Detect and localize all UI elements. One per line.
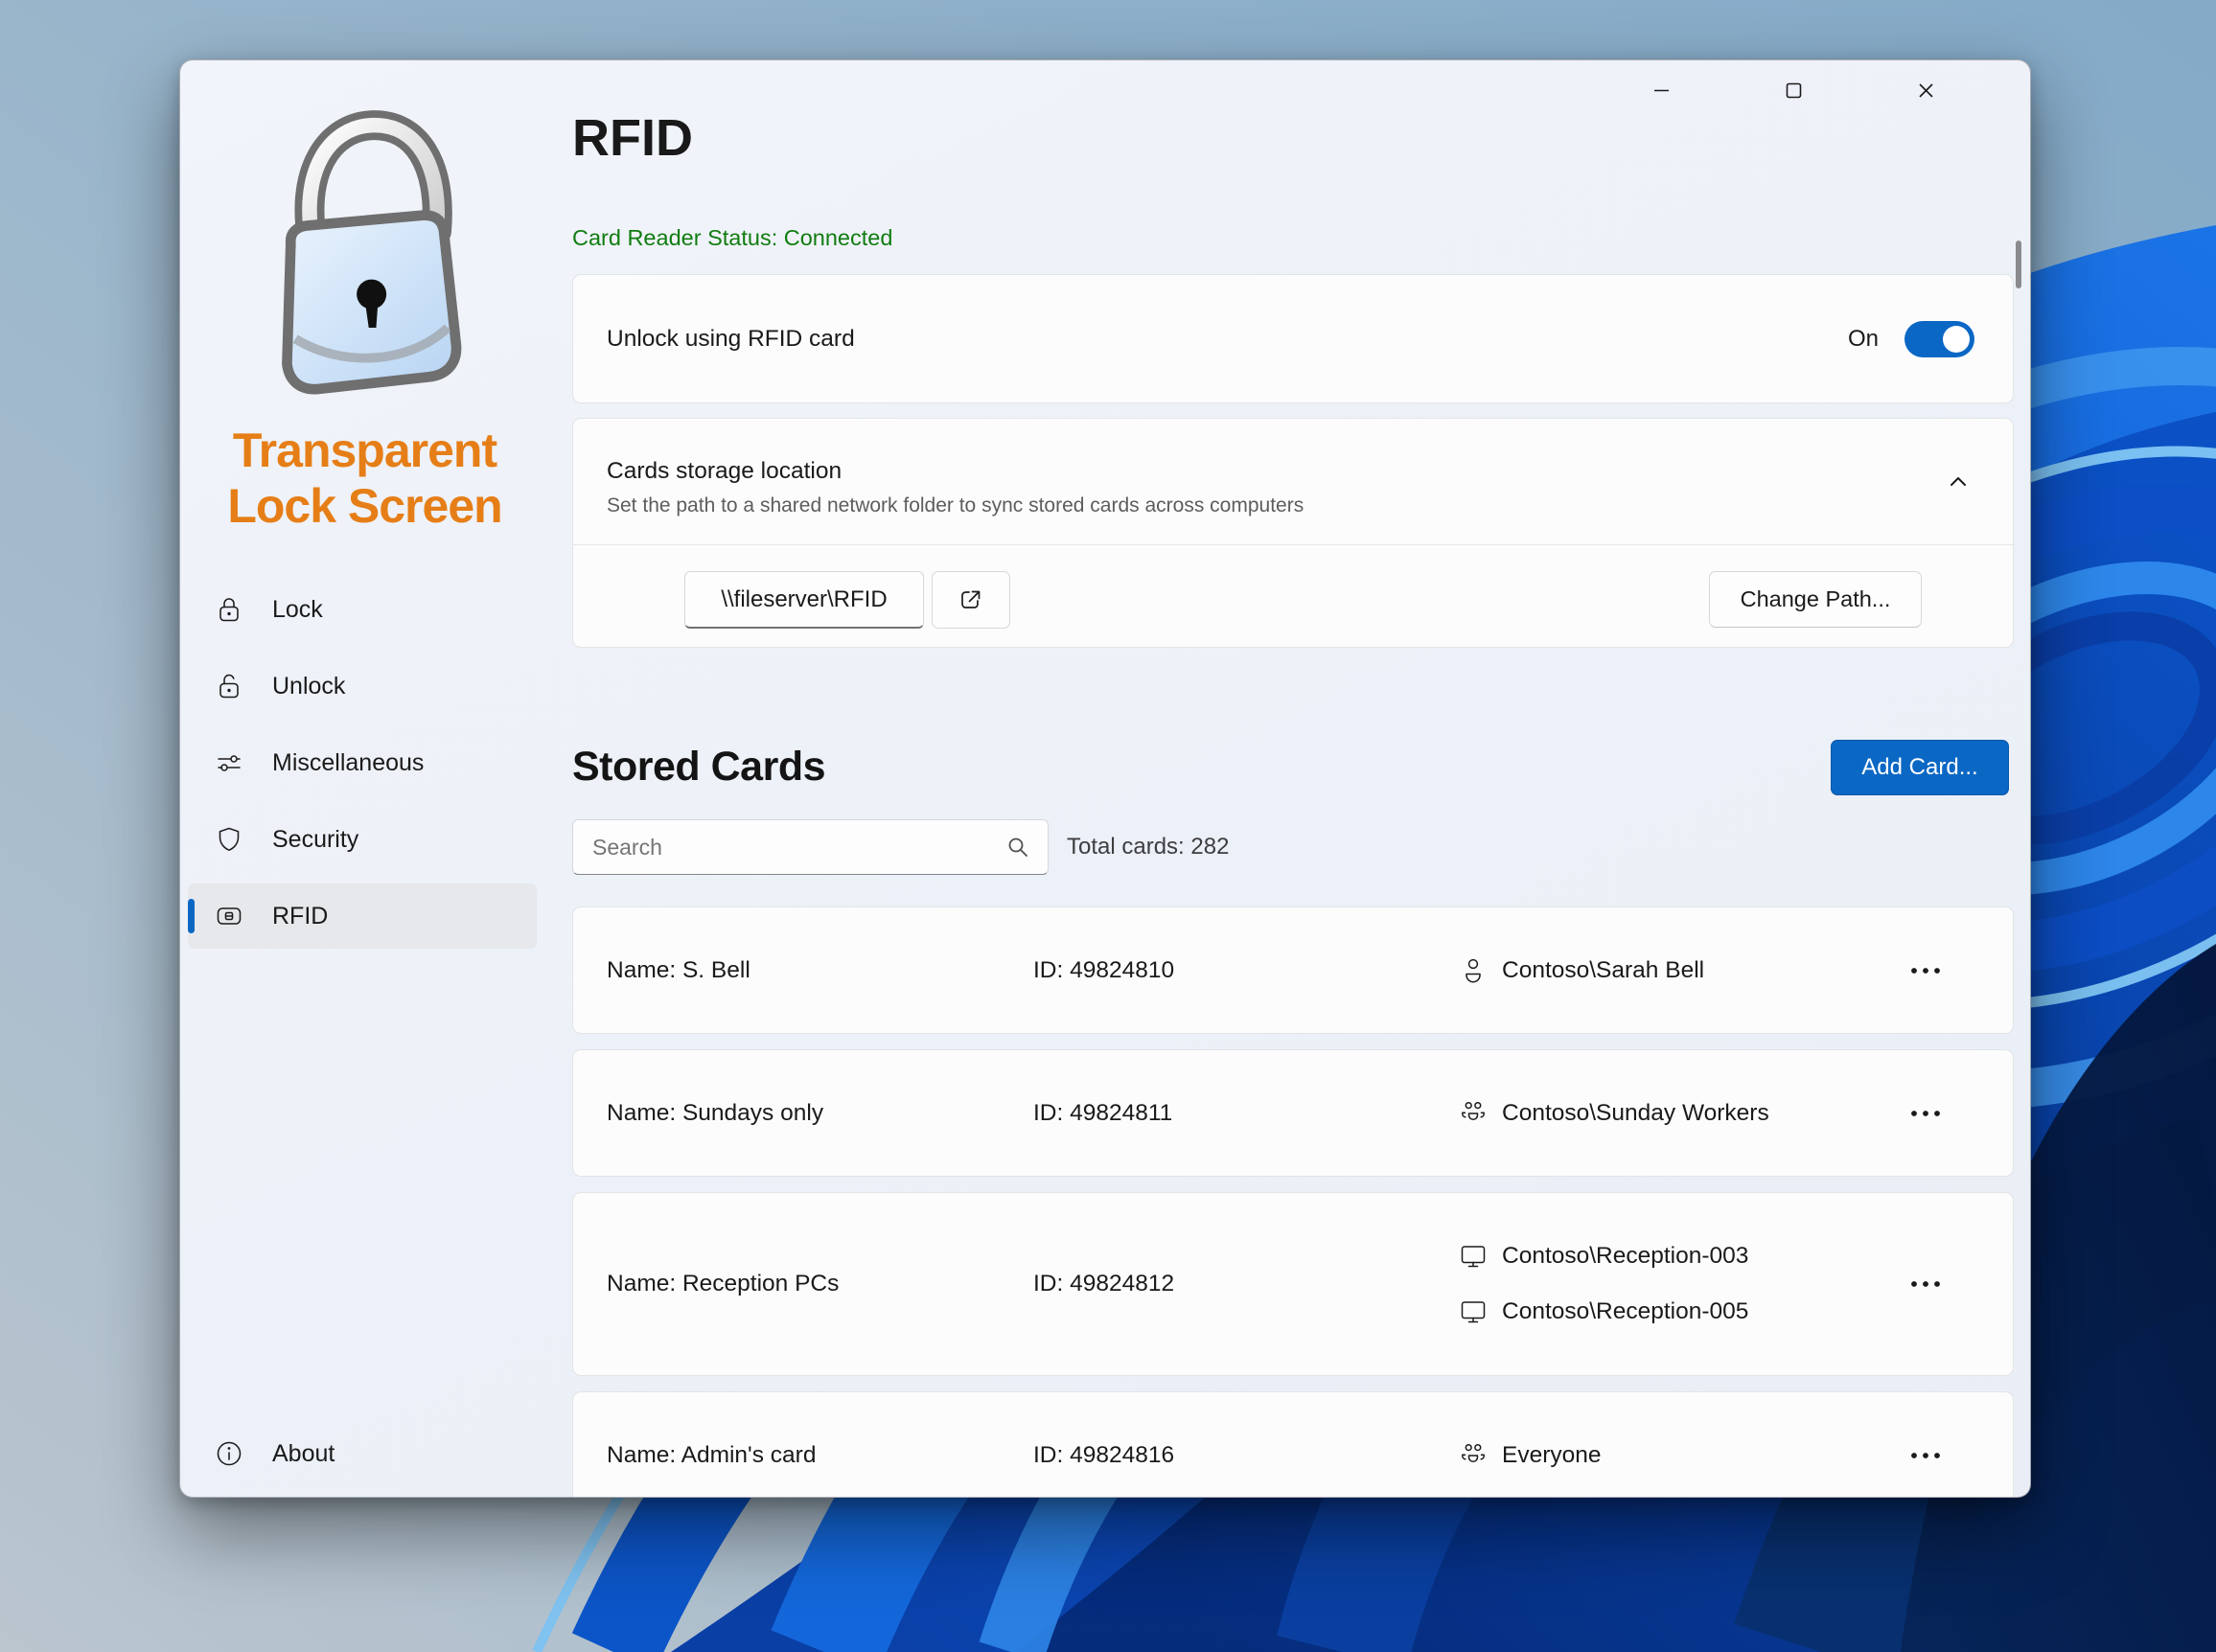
card-name: Name: Admin's card	[607, 1442, 1033, 1469]
storage-path-input[interactable]	[684, 571, 924, 629]
sidebar-item-unlock[interactable]: Unlock	[188, 654, 537, 719]
page-title: RFID	[572, 108, 693, 168]
sidebar-item-miscellaneous[interactable]: Miscellaneous	[188, 730, 537, 795]
card-row: Name: S. BellID: 49824810 Contoso\Sarah B…	[572, 906, 2014, 1034]
search-icon	[1004, 834, 1031, 860]
card-more-options-button[interactable]	[1897, 1092, 1954, 1135]
app-logo-title: Transparent Lock Screen	[180, 423, 549, 534]
main-content: RFID Card Reader Status: Connected Unloc…	[549, 60, 2030, 1497]
assignment-label: Everyone	[1502, 1442, 1602, 1469]
storage-divider	[573, 544, 2013, 545]
lock-icon	[214, 594, 244, 625]
vertical-scrollbar[interactable]	[2016, 241, 2021, 288]
total-cards-label: Total cards: 282	[1067, 834, 1229, 860]
logo-title-line1: Transparent	[180, 423, 549, 478]
change-path-button[interactable]: Change Path...	[1709, 571, 1922, 628]
assignment-label: Contoso\Reception-005	[1502, 1298, 1748, 1325]
unlock-setting-card: Unlock using RFID card On	[572, 274, 2014, 403]
stored-cards-list: Name: S. BellID: 49824810 Contoso\Sarah B…	[572, 906, 2014, 1498]
monitor-icon	[1457, 1240, 1489, 1273]
assignment-line: Contoso\Sarah Bell	[1457, 954, 1838, 987]
card-row: Name: Reception PCsID: 49824812Contoso\R…	[572, 1192, 2014, 1376]
sidebar-item-label: About	[272, 1440, 335, 1468]
sidebar: Transparent Lock Screen Lock Unlock Miscel…	[180, 60, 549, 1497]
card-id: ID: 49824812	[1033, 1271, 1457, 1297]
open-external-icon	[957, 585, 985, 614]
ellipsis-icon	[1907, 1451, 1944, 1460]
storage-title: Cards storage location	[607, 458, 842, 485]
sidebar-item-label: Miscellaneous	[272, 749, 424, 777]
card-name: Name: Sundays only	[607, 1100, 1033, 1127]
card-assignments: Contoso\Reception-003 Contoso\Reception-0…	[1457, 1240, 1838, 1328]
assignment-line: Contoso\Reception-005	[1457, 1296, 1838, 1328]
rfid-card-icon	[214, 901, 244, 931]
sidebar-item-rfid[interactable]: RFID	[188, 883, 537, 949]
card-row: Name: Sundays onlyID: 49824811 Contoso\Su…	[572, 1049, 2014, 1177]
assignment-line: Contoso\Reception-003	[1457, 1240, 1838, 1273]
ellipsis-icon	[1907, 1279, 1944, 1289]
card-name: Name: S. Bell	[607, 957, 1033, 984]
assignment-line: Contoso\Sunday Workers	[1457, 1097, 1838, 1130]
search-input[interactable]	[572, 819, 1049, 875]
ellipsis-icon	[1907, 966, 1944, 975]
storage-subtitle: Set the path to a shared network folder …	[607, 494, 1304, 517]
sidebar-item-label: RFID	[272, 903, 328, 930]
collapse-section-button[interactable]	[1944, 469, 1973, 497]
card-name: Name: Reception PCs	[607, 1271, 1033, 1297]
app-window: Transparent Lock Screen Lock Unlock Miscel…	[179, 59, 2031, 1498]
sidebar-item-lock[interactable]: Lock	[188, 577, 537, 642]
sidebar-item-about[interactable]: About	[188, 1421, 537, 1486]
chevron-up-icon	[1946, 470, 1971, 494]
assignment-label: Contoso\Sarah Bell	[1502, 957, 1704, 984]
card-reader-status: Card Reader Status: Connected	[572, 225, 892, 251]
stored-cards-title: Stored Cards	[572, 744, 825, 791]
monitor-icon	[1457, 1296, 1489, 1328]
card-assignments: Everyone	[1457, 1439, 1838, 1472]
assignment-line: Everyone	[1457, 1439, 1838, 1472]
toggle-state-label: On	[1848, 326, 1879, 353]
logo-title-line2: Lock Screen	[180, 478, 549, 534]
card-id: ID: 49824816	[1033, 1442, 1457, 1469]
card-more-options-button[interactable]	[1897, 950, 1954, 992]
people-icon	[1457, 1439, 1489, 1472]
card-row: Name: Admin's cardID: 49824816 Everyone	[572, 1391, 2014, 1498]
sidebar-item-label: Unlock	[272, 673, 345, 700]
card-id: ID: 49824810	[1033, 957, 1457, 984]
shield-icon	[214, 824, 244, 855]
ellipsis-icon	[1907, 1109, 1944, 1118]
toggle-knob	[1943, 326, 1970, 353]
info-icon	[214, 1438, 244, 1469]
card-assignments: Contoso\Sunday Workers	[1457, 1097, 1838, 1130]
sliders-icon	[214, 747, 244, 778]
add-card-button[interactable]: Add Card...	[1831, 740, 2009, 795]
storage-card-header[interactable]: Cards storage location Set the path to a…	[573, 419, 2013, 544]
people-icon	[1457, 1097, 1489, 1130]
sidebar-about: About	[188, 1421, 537, 1486]
card-id: ID: 49824811	[1033, 1100, 1457, 1127]
assignment-label: Contoso\Reception-003	[1502, 1243, 1748, 1270]
assignment-label: Contoso\Sunday Workers	[1502, 1100, 1769, 1127]
sidebar-item-label: Security	[272, 826, 358, 854]
person-icon	[1457, 954, 1489, 987]
search-box	[572, 819, 1049, 875]
padlock-logo	[240, 89, 481, 415]
sidebar-item-security[interactable]: Security	[188, 807, 537, 872]
unlock-icon	[214, 671, 244, 701]
unlock-toggle-switch[interactable]	[1904, 321, 1974, 357]
sidebar-item-label: Lock	[272, 596, 323, 624]
card-more-options-button[interactable]	[1897, 1263, 1954, 1305]
card-assignments: Contoso\Sarah Bell	[1457, 954, 1838, 987]
card-more-options-button[interactable]	[1897, 1434, 1954, 1477]
unlock-toggle-label: Unlock using RFID card	[607, 326, 855, 353]
storage-location-card: Cards storage location Set the path to a…	[572, 418, 2014, 648]
sidebar-nav: Lock Unlock Miscellaneous Security RFID	[188, 577, 537, 960]
open-path-button[interactable]	[932, 571, 1010, 629]
